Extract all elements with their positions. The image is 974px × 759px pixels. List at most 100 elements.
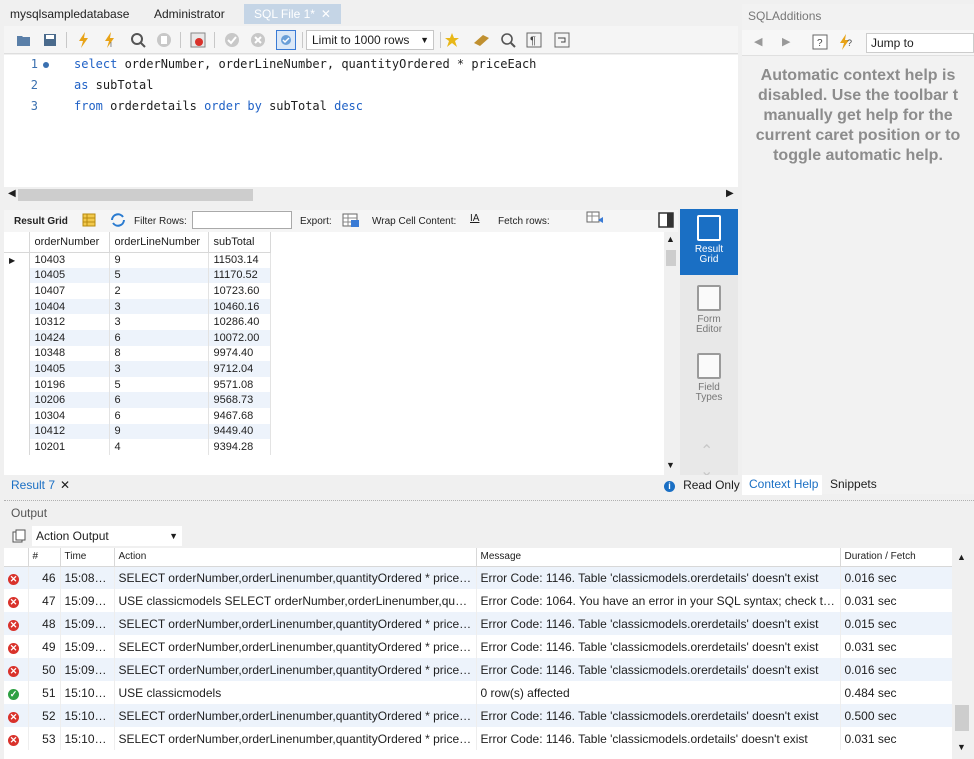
- grid-cell[interactable]: 10286.40: [208, 314, 271, 330]
- toggle-error-icon[interactable]: [188, 30, 208, 50]
- table-row[interactable]: ✕ 52 15:10:34 SELECT orderNumber,orderLinen…: [4, 704, 952, 727]
- row-header[interactable]: [4, 376, 30, 393]
- code-line-2[interactable]: as subTotal: [74, 78, 153, 92]
- row-header[interactable]: [4, 439, 30, 455]
- table-row[interactable]: ✕ 48 15:09:15 SELECT orderNumber,orderLinen…: [4, 612, 952, 635]
- grid-cell[interactable]: 5: [109, 376, 209, 393]
- grid-cell[interactable]: 10348: [29, 345, 110, 362]
- action-output-grid[interactable]: # Time Action Message Duration / Fetch ✕…: [4, 548, 952, 759]
- field-types-button[interactable]: Field Types: [680, 347, 738, 413]
- wrap-lines-icon[interactable]: [552, 30, 572, 50]
- grid-cell[interactable]: 10460.16: [208, 298, 271, 315]
- execute-icon[interactable]: [74, 30, 94, 50]
- jump-to-select[interactable]: Jump to: [866, 33, 974, 53]
- table-row[interactable]: 10348 8 9974.40: [4, 345, 271, 362]
- column-header[interactable]: #: [28, 548, 61, 567]
- grid-cell[interactable]: 10312: [29, 314, 110, 330]
- grid-cell[interactable]: 3: [109, 314, 209, 330]
- grid-cell[interactable]: 10412: [29, 423, 110, 440]
- result-grid[interactable]: orderNumber orderLineNumber subTotal ▶ 10…: [4, 232, 664, 475]
- table-row[interactable]: ✕ 46 15:08:58 SELECT orderNumber,orderLinen…: [4, 566, 952, 589]
- explain-icon[interactable]: [128, 30, 148, 50]
- code-line-3[interactable]: from orderdetails order by subTotal desc: [74, 99, 363, 113]
- grid-cell[interactable]: 10403: [29, 252, 110, 268]
- table-row[interactable]: 10312 3 10286.40: [4, 314, 271, 330]
- chevron-down-icon[interactable]: ▼: [957, 742, 966, 752]
- form-editor-button[interactable]: Form Editor: [680, 279, 738, 345]
- grid-cell[interactable]: 10405: [29, 361, 110, 377]
- grid-icon[interactable]: [82, 213, 96, 230]
- row-header[interactable]: [4, 283, 30, 299]
- sql-editor[interactable]: 1 2 3 select orderNumber, orderLineNumbe…: [4, 55, 738, 187]
- output-type-select[interactable]: Action Output ▼: [32, 526, 182, 546]
- wrap-cell-icon[interactable]: IA: [470, 213, 479, 224]
- save-icon[interactable]: [40, 30, 60, 50]
- result-grid-view-button[interactable]: Result Grid: [680, 209, 738, 275]
- table-row[interactable]: ✕ 50 15:09:54 SELECT orderNumber,orderLinen…: [4, 658, 952, 681]
- column-header[interactable]: Message: [476, 548, 841, 567]
- grid-cell[interactable]: 10723.60: [208, 283, 271, 299]
- table-row[interactable]: 10405 3 9712.04: [4, 361, 271, 377]
- filter-rows-input[interactable]: [192, 211, 292, 229]
- execute-current-icon[interactable]: I: [100, 30, 120, 50]
- grid-cell[interactable]: 9712.04: [208, 361, 271, 377]
- grid-cell[interactable]: 10404: [29, 298, 110, 315]
- scrollbar-thumb[interactable]: [18, 189, 253, 201]
- chevron-up-icon[interactable]: ▲: [957, 552, 966, 562]
- copy-icon[interactable]: [12, 529, 26, 546]
- table-row[interactable]: 10206 6 9568.73: [4, 392, 271, 408]
- row-header[interactable]: [4, 361, 30, 377]
- column-header[interactable]: subTotal: [208, 232, 271, 253]
- toggle-panel-icon[interactable]: [658, 212, 674, 231]
- row-header[interactable]: [4, 392, 30, 408]
- grid-cell[interactable]: 9394.28: [208, 439, 271, 455]
- table-row[interactable]: ✕ 49 15:09:20 SELECT orderNumber,orderLinen…: [4, 635, 952, 658]
- grid-cell[interactable]: 2: [109, 283, 209, 299]
- rollback-icon[interactable]: [248, 30, 268, 50]
- grid-cell[interactable]: 5: [109, 267, 209, 284]
- table-row[interactable]: 10404 3 10460.16: [4, 298, 271, 315]
- table-row[interactable]: 10412 9 9449.40: [4, 423, 271, 440]
- grid-cell[interactable]: 8: [109, 345, 209, 362]
- chevron-right-icon[interactable]: ▶: [726, 188, 734, 199]
- table-row[interactable]: 10405 5 11170.52: [4, 267, 271, 284]
- commit-icon[interactable]: [222, 30, 242, 50]
- tab-snippets[interactable]: Snippets: [830, 475, 877, 494]
- current-row-icon[interactable]: ▶: [4, 252, 30, 268]
- column-header[interactable]: Action: [114, 548, 477, 567]
- close-icon[interactable]: ✕: [60, 478, 70, 492]
- table-row[interactable]: 10196 5 9571.08: [4, 376, 271, 393]
- grid-cell[interactable]: 9568.73: [208, 392, 271, 408]
- table-row[interactable]: 10304 6 9467.68: [4, 407, 271, 424]
- column-header[interactable]: orderNumber: [29, 232, 110, 253]
- auto-help-icon[interactable]: ?: [838, 34, 854, 53]
- grid-cell[interactable]: 10407: [29, 283, 110, 299]
- grid-vertical-scrollbar[interactable]: ▲ ▼: [664, 232, 678, 475]
- grid-cell[interactable]: 6: [109, 407, 209, 424]
- refresh-icon[interactable]: [110, 213, 126, 230]
- grid-cell[interactable]: 9449.40: [208, 423, 271, 440]
- row-header[interactable]: [4, 314, 30, 330]
- grid-cell[interactable]: 6: [109, 392, 209, 408]
- table-row[interactable]: 10407 2 10723.60: [4, 283, 271, 299]
- code-line-1[interactable]: select orderNumber, orderLineNumber, qua…: [74, 57, 536, 71]
- chevron-up-icon[interactable]: ▲: [666, 234, 675, 244]
- back-icon[interactable]: ◀: [754, 35, 762, 48]
- grid-cell[interactable]: 9571.08: [208, 376, 271, 393]
- row-header[interactable]: [4, 407, 30, 424]
- close-icon[interactable]: ✕: [321, 7, 331, 21]
- grid-cell[interactable]: 10424: [29, 329, 110, 346]
- grid-cell[interactable]: 9974.40: [208, 345, 271, 362]
- manual-help-icon[interactable]: ?: [812, 34, 828, 53]
- fetch-rows-icon[interactable]: [586, 211, 604, 228]
- find-icon[interactable]: [498, 30, 518, 50]
- grid-cell[interactable]: 9467.68: [208, 407, 271, 424]
- grid-cell[interactable]: 10304: [29, 407, 110, 424]
- column-header[interactable]: orderLineNumber: [109, 232, 209, 253]
- grid-cell[interactable]: 10206: [29, 392, 110, 408]
- grid-cell[interactable]: 6: [109, 329, 209, 346]
- limit-rows-select[interactable]: Limit to 1000 rows ▼: [306, 30, 434, 50]
- row-header[interactable]: [4, 345, 30, 362]
- export-icon[interactable]: [342, 212, 360, 231]
- tab-sql-file[interactable]: SQL File 1* ✕: [244, 4, 341, 24]
